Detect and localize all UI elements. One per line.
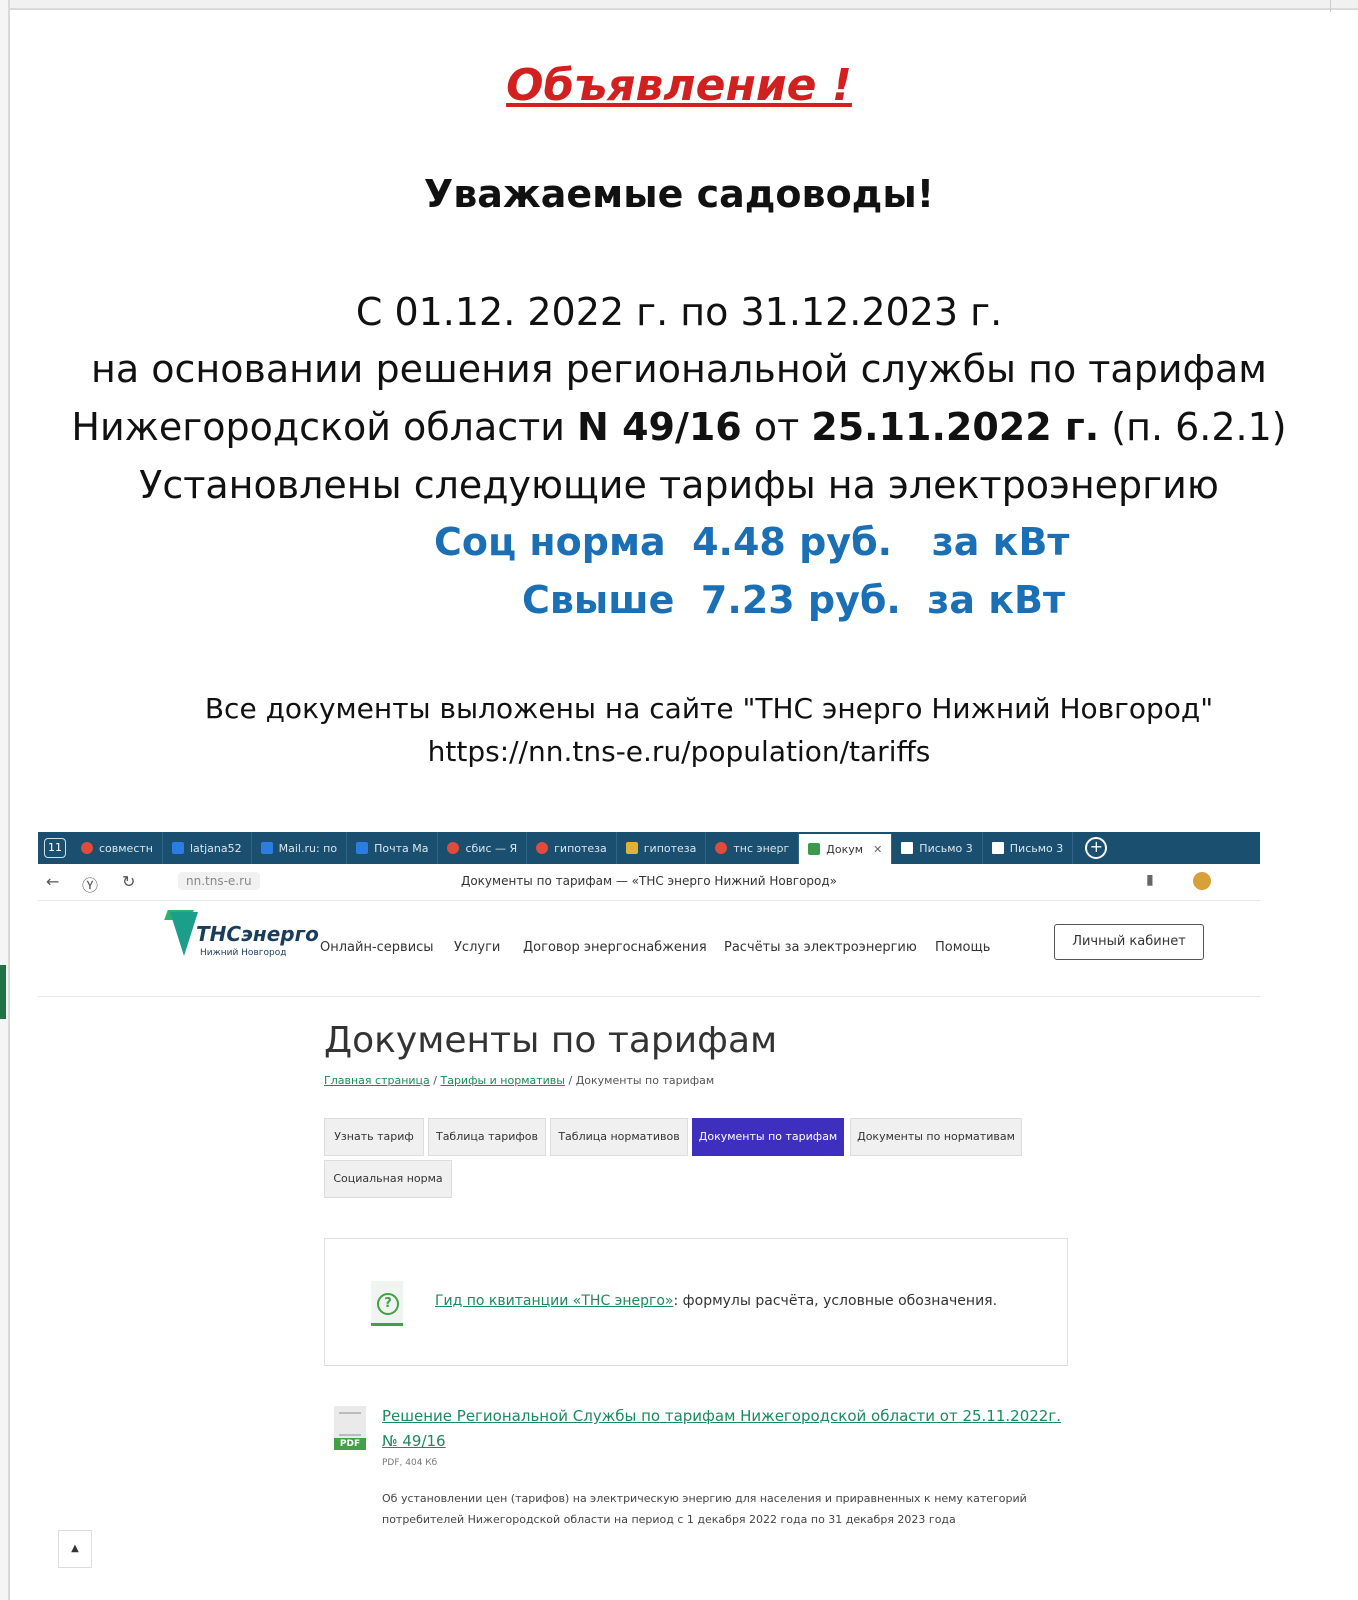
tns-favicon-icon <box>808 843 821 855</box>
decision-document-link[interactable]: Решение Региональной Службы по тарифам Н… <box>382 1404 1062 1454</box>
nav-help[interactable]: Помощь <box>935 940 990 955</box>
breadcrumb-tariffs[interactable]: Тарифы и нормативы <box>440 1074 565 1087</box>
browser-tab[interactable]: Почта Ма <box>347 832 439 864</box>
document-description: Об установлении цен (тарифов) на электри… <box>382 1492 1027 1526</box>
tab-norms-table[interactable]: Таблица нормативов <box>550 1118 688 1156</box>
browser-tab-bar: 11 совместн latjana52 Mail.ru: по Почта … <box>38 832 1260 864</box>
page-title: Документы по тарифам <box>324 1020 778 1061</box>
close-icon[interactable]: ✕ <box>873 843 882 856</box>
browser-tab[interactable]: гипотеза <box>527 832 617 864</box>
tariff-above-norm: Свыше 7.23 руб. за кВт <box>522 578 1066 622</box>
decision-region: Нижегородской области <box>71 405 578 449</box>
breadcrumb-current: Документы по тарифам <box>575 1074 715 1087</box>
breadcrumb: Главная страница / Тарифы и нормативы / … <box>324 1074 715 1087</box>
document-meta: PDF, 404 Кб <box>382 1458 438 1468</box>
nav-contract[interactable]: Договор энергоснабжения <box>523 940 707 955</box>
browser-tab[interactable]: сбис — Я <box>438 832 528 864</box>
avatar[interactable] <box>1193 872 1211 890</box>
tab-tariff-table[interactable]: Таблица тарифов <box>428 1118 546 1156</box>
decision-number: N 49/16 <box>577 405 742 449</box>
yandex-icon <box>536 842 549 854</box>
new-tab-icon[interactable]: + <box>1085 837 1108 859</box>
decision-clause: (п. 6.2.1) <box>1099 405 1287 449</box>
tab-social-norm[interactable]: Социальная норма <box>324 1160 452 1198</box>
browser-tab[interactable]: Mail.ru: по <box>252 832 348 864</box>
announcement-title: Объявление ! <box>506 60 852 111</box>
decision-date: 25.11.2022 г. <box>811 405 1100 449</box>
receipt-guide-card: ? Гид по квитанции «ТНС энерго»: формулы… <box>324 1238 1068 1366</box>
browser-tab[interactable]: тнс энерг <box>706 832 800 864</box>
document-icon <box>991 842 1004 854</box>
nav-payments[interactable]: Расчёты за электроэнергию <box>724 940 917 955</box>
guide-text: Гид по квитанции «ТНС энерго»: формулы р… <box>435 1293 998 1309</box>
question-icon: ? <box>377 1293 399 1315</box>
yandex-icon <box>81 842 93 854</box>
tab-norm-documents[interactable]: Документы по нормативам <box>850 1118 1022 1156</box>
sheet-top-edge <box>0 0 1358 10</box>
page-title-bar: Документы по тарифам — «ТНС энерго Нижни… <box>460 874 838 888</box>
basis-line: на основании решения региональной службы… <box>91 347 1267 391</box>
decision-from: от <box>741 405 812 449</box>
tab-counter[interactable]: 11 <box>44 838 66 858</box>
image-icon <box>625 842 638 854</box>
nav-online-services[interactable]: Онлайн-сервисы <box>320 940 434 955</box>
logo-subtitle: Нижний Новгород <box>200 948 287 958</box>
sheet-selection-marker <box>0 965 6 1019</box>
sheet-left-edge <box>0 0 10 1600</box>
document-icon <box>901 842 914 854</box>
address-bar: ← Ⓨ ↻ nn.tns-e.ru Документы по тарифам —… <box>38 864 1260 901</box>
help-document-icon: ? <box>371 1281 403 1326</box>
decision-line: Нижегородской области N 49/16 от 25.11.2… <box>20 405 1338 449</box>
pdf-file-icon: PDF <box>334 1406 366 1450</box>
browser-tab-active[interactable]: Докум ✕ <box>799 834 893 864</box>
nav-services[interactable]: Услуги <box>454 940 500 955</box>
browser-tab[interactable]: гипотеза <box>617 832 707 864</box>
tariff-social-norm: Соц норма 4.48 руб. за кВт <box>434 520 1070 564</box>
tariffs-intro-line: Установлены следующие тарифы на электроэ… <box>139 463 1219 507</box>
logo-icon[interactable] <box>170 912 198 956</box>
browser-tab[interactable]: latjana52 <box>163 832 252 864</box>
breadcrumb-home[interactable]: Главная страница <box>324 1074 430 1087</box>
sheet-grid-line <box>1330 0 1331 12</box>
browser-tab[interactable]: Письмо 3 <box>892 832 983 864</box>
scroll-to-top-button[interactable]: ▲ <box>58 1530 92 1568</box>
greeting: Уважаемые садоводы! <box>423 172 935 216</box>
yandex-icon <box>715 842 728 854</box>
guide-link[interactable]: Гид по квитанции «ТНС энерго» <box>435 1293 674 1309</box>
tab-tariff-documents[interactable]: Документы по тарифам <box>692 1118 844 1156</box>
site-note: Все документы выложены на сайте "ТНС эне… <box>204 692 1214 725</box>
site-header: ТНСэнерго Нижний Новгород Онлайн-сервисы… <box>38 900 1260 997</box>
envelope-icon <box>356 842 369 854</box>
logo-text[interactable]: ТНСэнерго <box>196 922 319 946</box>
mail-icon <box>260 842 273 854</box>
windows-icon <box>171 842 184 854</box>
browser-screenshot: 11 совместн latjana52 Mail.ru: по Почта … <box>38 832 1260 1572</box>
browser-tab[interactable]: совместн <box>72 832 163 864</box>
yandex-icon <box>447 842 460 854</box>
bookmark-icon[interactable]: ▮ <box>1146 872 1154 888</box>
period-line: С 01.12. 2022 г. по 31.12.2023 г. <box>355 290 1003 334</box>
personal-account-button[interactable]: Личный кабинет <box>1054 924 1204 960</box>
tab-find-tariff[interactable]: Узнать тариф <box>324 1118 424 1156</box>
site-url: https://nn.tns-e.ru/population/tariffs <box>427 735 931 768</box>
browser-tab[interactable]: Письмо 3 <box>983 832 1074 864</box>
